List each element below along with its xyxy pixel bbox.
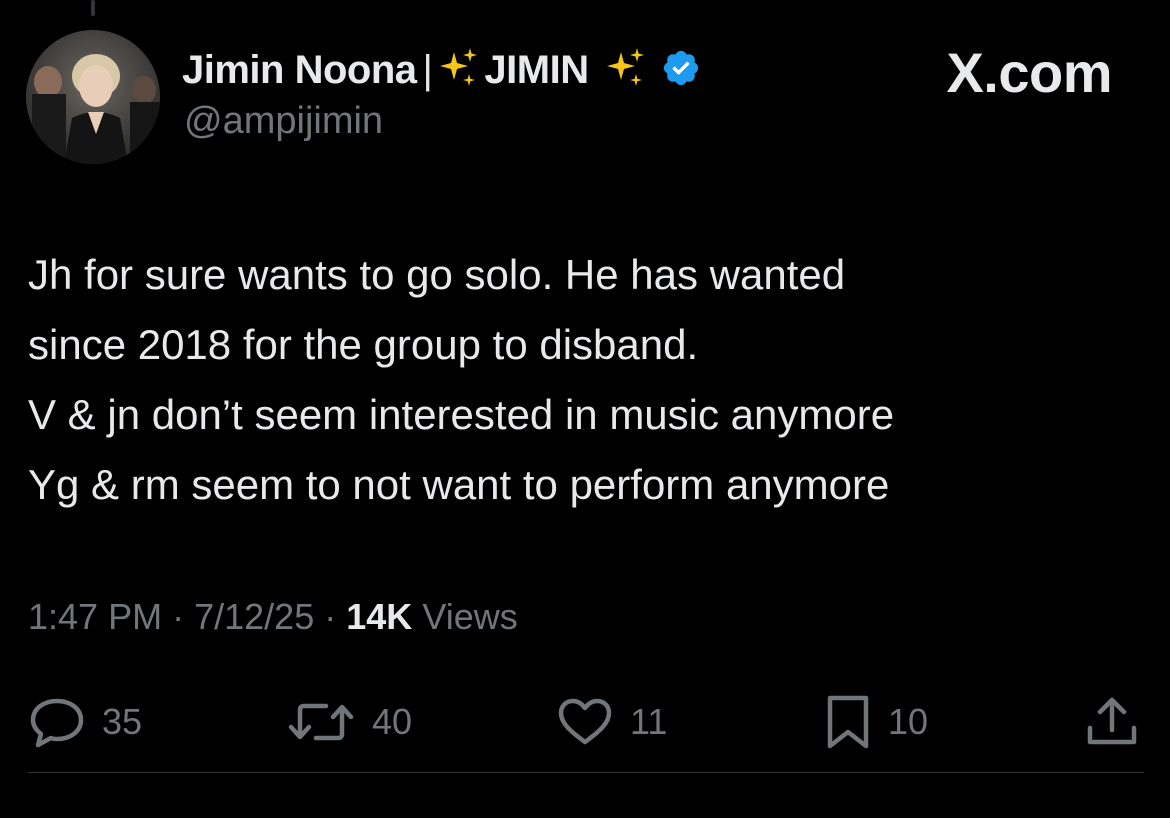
- views-label: Views: [422, 596, 518, 637]
- x-com-brand: X.com: [946, 41, 1112, 104]
- bookmark-button[interactable]: 10: [824, 690, 928, 754]
- heart-icon: [556, 696, 614, 748]
- share-button[interactable]: [1084, 690, 1140, 754]
- repost-button[interactable]: 40: [286, 690, 412, 754]
- meta-dot: ·: [324, 596, 337, 637]
- reply-icon: [28, 696, 86, 748]
- repost-icon: [286, 696, 356, 748]
- tweet-line: since 2018 for the group to disband.: [28, 321, 699, 368]
- action-bar: 35 40 11 10: [28, 690, 1140, 754]
- author-name-row[interactable]: Jimin Noona | JIMIN: [182, 42, 701, 98]
- tweet-date[interactable]: 7/12/25: [194, 596, 314, 637]
- avatar[interactable]: [26, 30, 160, 164]
- thread-connector-line: [91, 0, 95, 16]
- bookmark-icon: [824, 694, 872, 750]
- reply-count: 35: [102, 701, 143, 742]
- meta-dot: ·: [172, 596, 185, 637]
- sparkles-icon: [436, 46, 480, 95]
- author-handle[interactable]: @ampijimin: [184, 100, 383, 143]
- reply-button[interactable]: 35: [28, 690, 142, 754]
- views-count[interactable]: 14K: [346, 596, 412, 637]
- share-icon: [1084, 694, 1140, 750]
- name-separator: |: [422, 47, 433, 92]
- tweet-line: Yg & rm seem to not want to perform anym…: [28, 461, 890, 508]
- repost-count: 40: [372, 701, 413, 742]
- sparkles-icon: [603, 46, 647, 95]
- like-count: 11: [630, 701, 668, 742]
- tweet-text: Jh for sure wants to go solo. He has wan…: [28, 240, 1138, 520]
- display-name[interactable]: Jimin Noona: [182, 48, 417, 93]
- divider: [28, 772, 1144, 773]
- verified-badge-icon[interactable]: [661, 48, 701, 93]
- tweet-time[interactable]: 1:47 PM: [28, 596, 162, 637]
- name-suffix: JIMIN: [484, 47, 589, 92]
- like-button[interactable]: 11: [556, 690, 667, 754]
- bookmark-count: 10: [888, 701, 929, 742]
- tweet-meta: 1:47 PM · 7/12/25 · 14K Views: [28, 596, 518, 638]
- tweet-line: V & jn don’t seem interested in music an…: [28, 391, 895, 438]
- avatar-photo: [26, 30, 160, 164]
- tweet-line: Jh for sure wants to go solo. He has wan…: [28, 251, 846, 298]
